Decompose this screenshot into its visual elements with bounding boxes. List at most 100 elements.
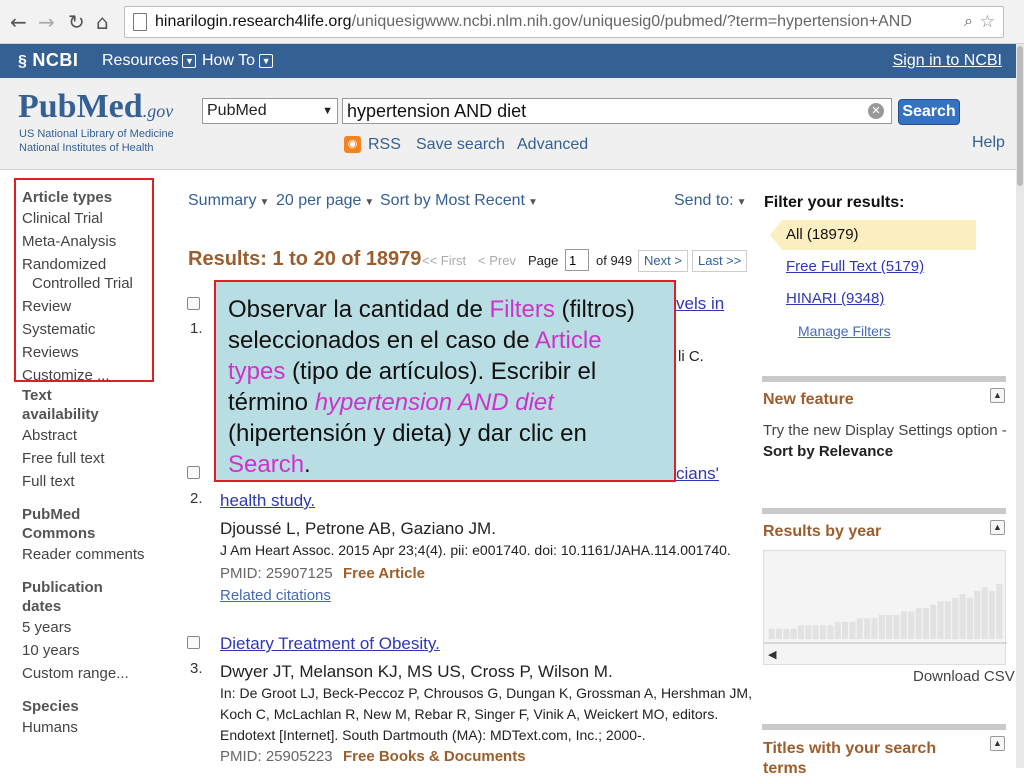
year-bar[interactable] — [783, 628, 790, 639]
filter-humans[interactable]: Humans — [22, 716, 154, 739]
year-bar[interactable] — [871, 618, 878, 639]
collapse-up-icon[interactable]: ▲ — [990, 736, 1005, 751]
filter-rct[interactable]: Randomized Controlled Trial — [22, 255, 146, 293]
year-bar[interactable] — [805, 625, 812, 640]
filter-meta-analysis[interactable]: Meta-Analysis — [22, 230, 146, 253]
sort-by-relevance-link[interactable]: Sort by Relevance — [763, 443, 893, 460]
year-bar[interactable] — [981, 587, 988, 639]
year-bar[interactable] — [827, 625, 834, 640]
summary-format-menu[interactable]: Summary ▼ — [188, 192, 269, 210]
filter-10-years[interactable]: 10 years — [22, 639, 154, 662]
filter-systematic-reviews[interactable]: Systematic Reviews — [22, 318, 146, 364]
year-bar[interactable] — [974, 590, 981, 639]
hinari-filter-link[interactable]: HINARI (9348) — [786, 290, 884, 307]
filter-review[interactable]: Review — [22, 295, 146, 318]
result-title[interactable]: Dietary Treatment of Obesity. — [220, 634, 440, 654]
filter-5-years[interactable]: 5 years — [22, 616, 154, 639]
result-title[interactable]: vels in — [676, 294, 724, 314]
manage-filters-link[interactable]: Manage Filters — [798, 323, 891, 339]
filter-free-full-text[interactable]: Free full text — [22, 447, 154, 470]
results-by-year-chart[interactable]: ◀ — [763, 550, 1007, 665]
year-bar[interactable] — [878, 614, 885, 639]
year-bar[interactable] — [900, 611, 907, 640]
advanced-link[interactable]: Advanced — [517, 136, 588, 154]
collapse-up-icon[interactable]: ▲ — [990, 520, 1005, 535]
filter-customize[interactable]: Customize ... — [22, 364, 146, 387]
year-bar[interactable] — [812, 625, 819, 640]
howto-menu[interactable]: How To ▼ — [202, 52, 274, 70]
help-link[interactable]: Help — [972, 134, 1005, 152]
year-bar[interactable] — [988, 590, 995, 639]
page-scrollbar[interactable] — [1016, 44, 1024, 768]
clear-search-icon[interactable]: ✕ — [868, 103, 884, 119]
per-page-menu[interactable]: 20 per page ▼ — [276, 192, 374, 210]
pubmed-logo[interactable]: PubMed.gov — [18, 88, 173, 126]
collapse-up-icon[interactable]: ▲ — [990, 388, 1005, 403]
year-bar[interactable] — [915, 608, 922, 639]
section-divider — [762, 508, 1006, 514]
related-citations-link[interactable]: Related citations — [220, 587, 331, 604]
filter-abstract[interactable]: Abstract — [22, 424, 154, 447]
filter-clinical-trial[interactable]: Clinical Trial — [22, 207, 146, 230]
left-filter-sidebar: Article types Clinical Trial Meta-Analys… — [14, 178, 154, 739]
filter-reader-comments[interactable]: Reader comments — [22, 543, 154, 566]
year-bar[interactable] — [966, 597, 973, 640]
year-bar[interactable] — [893, 614, 900, 639]
year-bar[interactable] — [908, 611, 915, 640]
scroll-thumb[interactable] — [1017, 46, 1023, 186]
year-bar[interactable] — [922, 608, 929, 639]
filter-all-tab[interactable]: All (18979) — [770, 220, 976, 250]
year-bar[interactable] — [996, 584, 1003, 639]
ncbi-logo[interactable]: § NCBI — [18, 50, 78, 71]
year-bar[interactable] — [959, 594, 966, 639]
address-bar[interactable]: hinarilogin.research4life.org/uniquesigw… — [124, 6, 1004, 38]
result-checkbox[interactable] — [187, 636, 200, 649]
rss-icon[interactable]: ◉ — [344, 136, 361, 153]
search-button[interactable]: Search — [898, 99, 960, 125]
page-number-input[interactable] — [565, 249, 589, 271]
result-checkbox[interactable] — [187, 466, 200, 479]
filter-custom-range[interactable]: Custom range... — [22, 662, 154, 685]
year-bar[interactable] — [952, 597, 959, 640]
resources-menu[interactable]: Resources ▼ — [102, 52, 197, 70]
save-search-link[interactable]: Save search — [416, 136, 505, 154]
year-bar[interactable] — [856, 618, 863, 639]
year-bar[interactable] — [930, 604, 937, 639]
year-bar[interactable] — [849, 621, 856, 639]
database-select[interactable]: PubMed ▼ — [202, 98, 338, 124]
sort-menu[interactable]: Sort by Most Recent ▼ — [380, 192, 538, 210]
year-bar[interactable] — [798, 625, 805, 640]
sign-in-link[interactable]: Sign in to NCBI — [893, 52, 1002, 70]
prev-page-link[interactable]: < Prev — [478, 253, 516, 268]
next-page-button[interactable]: Next > — [638, 250, 688, 272]
result-title-line2[interactable]: health study. — [220, 491, 315, 511]
result-title[interactable]: cians' — [676, 464, 719, 484]
chart-scroll-left-icon[interactable]: ◀ — [768, 648, 776, 661]
send-to-menu[interactable]: Send to: ▼ — [674, 192, 747, 210]
year-bar[interactable] — [842, 621, 849, 639]
year-bar[interactable] — [944, 601, 951, 639]
forward-arrow-icon[interactable]: → — [38, 10, 55, 34]
download-csv-link[interactable]: Download CSV — [913, 668, 1015, 685]
star-icon[interactable]: ☆ — [980, 7, 995, 37]
year-bar[interactable] — [834, 621, 841, 639]
search-input[interactable] — [342, 98, 892, 124]
zoom-icon[interactable]: ⌕ — [964, 7, 973, 37]
back-arrow-icon[interactable]: ← — [10, 10, 27, 34]
result-number: 3. — [190, 660, 203, 677]
last-page-button[interactable]: Last >> — [692, 250, 748, 272]
year-bar[interactable] — [937, 601, 944, 639]
rss-link[interactable]: RSS — [368, 136, 401, 154]
reload-icon[interactable]: ↻ — [68, 10, 85, 34]
first-page-link[interactable]: << First — [422, 253, 466, 268]
year-bar[interactable] — [775, 628, 782, 639]
year-bar[interactable] — [768, 628, 775, 639]
free-full-text-filter-link[interactable]: Free Full Text (5179) — [786, 258, 924, 275]
result-checkbox[interactable] — [187, 297, 200, 310]
home-icon[interactable]: ⌂ — [96, 10, 109, 34]
year-bar[interactable] — [864, 618, 871, 639]
year-bar[interactable] — [790, 628, 797, 639]
filter-full-text[interactable]: Full text — [22, 470, 154, 493]
year-bar[interactable] — [820, 625, 827, 640]
year-bar[interactable] — [886, 614, 893, 639]
